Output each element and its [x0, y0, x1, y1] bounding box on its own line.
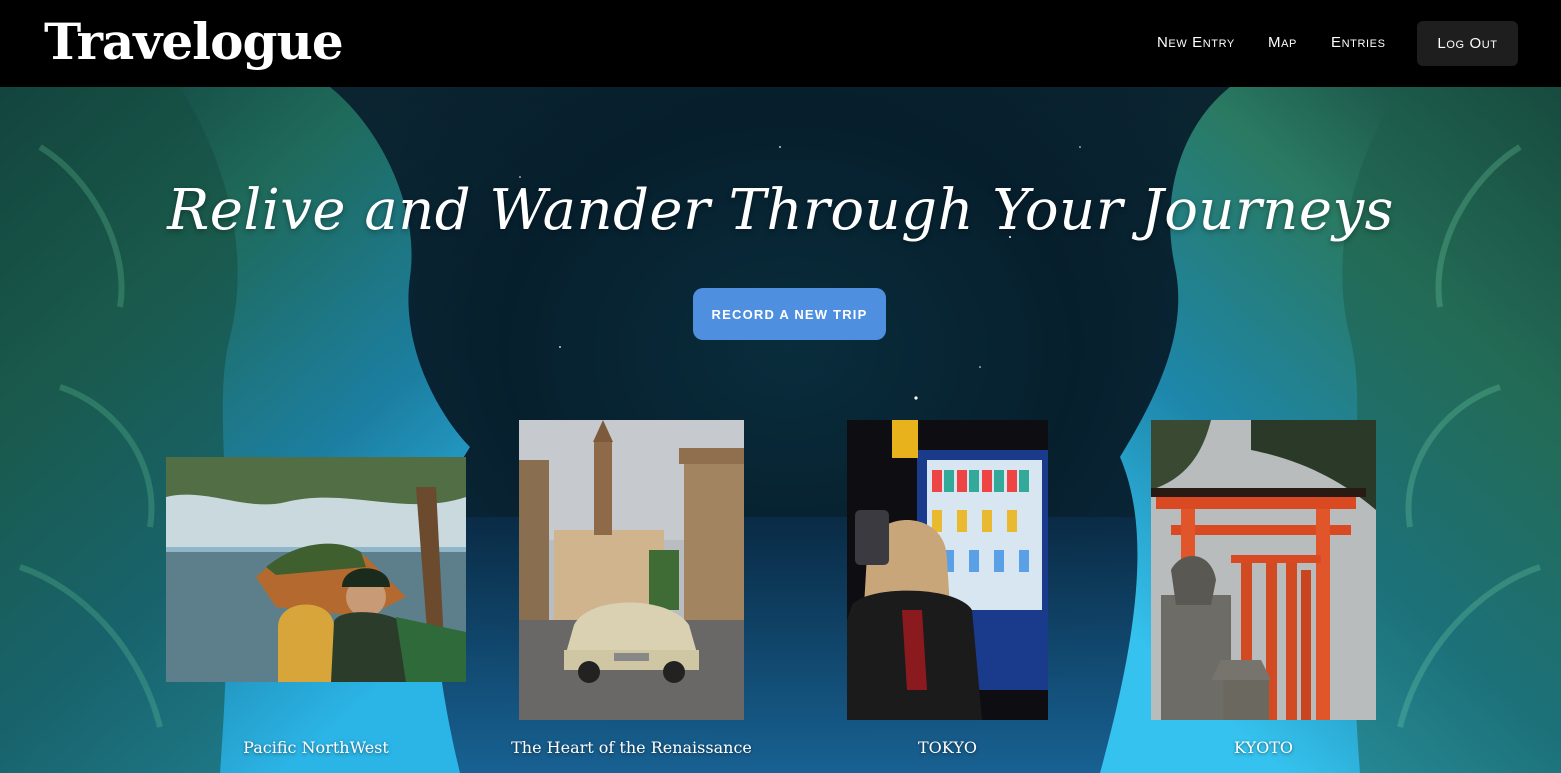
trip-caption-kyoto[interactable]: KYOTO — [1151, 737, 1376, 759]
tokyo-vending-machine-photo — [847, 420, 1048, 720]
trip-caption-renaissance[interactable]: The Heart of the Renaissance — [491, 737, 772, 759]
trip-photo-pacific-northwest[interactable] — [166, 457, 466, 682]
top-nav-bar: Travelogue New Entry Map Entries Log Out — [0, 0, 1561, 87]
florence-vintage-car-photo — [519, 420, 744, 720]
trip-photo-renaissance[interactable] — [519, 420, 744, 720]
kyoto-torii-gates-photo — [1151, 420, 1376, 720]
logout-button[interactable]: Log Out — [1417, 21, 1518, 66]
nav-map[interactable]: Map — [1268, 33, 1297, 53]
nav-entries[interactable]: Entries — [1331, 33, 1386, 53]
trip-photo-tokyo[interactable] — [847, 420, 1048, 720]
trip-caption-tokyo[interactable]: TOKYO — [847, 737, 1048, 759]
coastal-selfie-photo — [166, 457, 466, 682]
trip-photo-kyoto[interactable] — [1151, 420, 1376, 720]
brand-logo[interactable]: Travelogue — [44, 12, 344, 72]
nav-new-entry[interactable]: New Entry — [1157, 33, 1235, 53]
trip-caption-pacific-northwest[interactable]: Pacific NorthWest — [166, 737, 466, 759]
record-new-trip-button[interactable]: Record a new trip — [693, 288, 886, 340]
hero-title: Relive and Wander Through Your Journeys — [167, 178, 1394, 243]
